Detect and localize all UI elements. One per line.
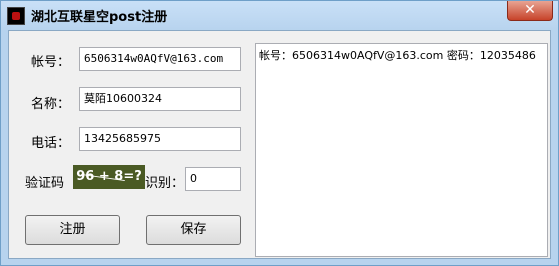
app-window: 湖北互联星空post注册 ✕ 帐号： 6506314w0AQfV@163.com… xyxy=(0,0,559,266)
app-icon xyxy=(7,7,25,25)
log-textarea[interactable]: 帐号：6506314w0AQfV@163.com 密码：12035486 xyxy=(255,43,548,257)
account-label: 帐号： xyxy=(31,55,71,70)
name-field[interactable]: 莫陌10600324 xyxy=(79,87,241,111)
phone-field[interactable]: 13425685975 xyxy=(79,127,241,151)
register-button[interactable]: 注册 xyxy=(25,215,120,245)
recognize-label: 识别： xyxy=(145,176,185,191)
captcha-label: 验证码 xyxy=(25,176,65,191)
client-area: 帐号： 6506314w0AQfV@163.com 名称： 莫陌10600324… xyxy=(8,30,551,259)
save-button[interactable]: 保存 xyxy=(146,215,241,245)
close-button[interactable]: ✕ xyxy=(507,1,553,21)
phone-label: 电话： xyxy=(31,136,71,151)
captcha-image: 96 + 8=? xyxy=(73,165,145,189)
window-title: 湖北互联星空post注册 xyxy=(31,10,168,25)
name-label: 名称： xyxy=(31,97,71,112)
recognize-field[interactable]: 0 xyxy=(185,167,241,191)
title-bar: 湖北互联星空post注册 ✕ xyxy=(1,1,558,30)
log-text: 帐号：6506314w0AQfV@163.com 密码：12035486 xyxy=(259,49,536,62)
account-field[interactable]: 6506314w0AQfV@163.com xyxy=(79,47,241,71)
